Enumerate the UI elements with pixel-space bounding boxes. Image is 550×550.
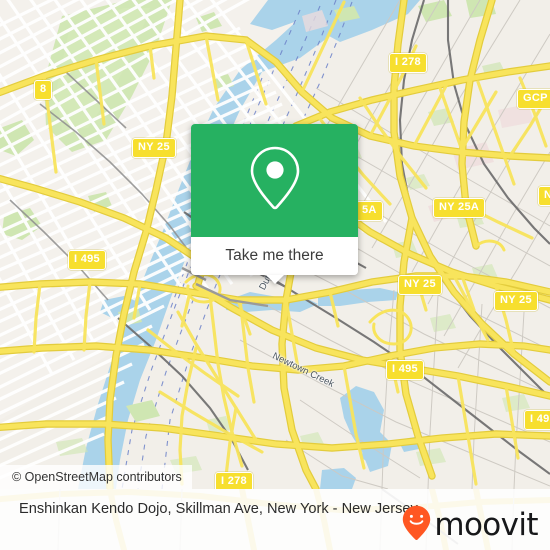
road-shield-i-495-west[interactable]: I 495 [68, 250, 106, 270]
road-shield-i-278-south[interactable]: I 278 [215, 472, 253, 489]
road-shield-ny-25-east[interactable]: NY 25 [494, 291, 538, 311]
road-shield-ny-25a[interactable]: NY 25A [433, 198, 486, 218]
road-shield-n-partial[interactable]: N [538, 186, 550, 206]
take-me-there-button[interactable]: Take me there [191, 237, 358, 284]
road-shield-ny-25a-partial[interactable]: 5A [356, 201, 383, 221]
footer-bar: Enshinkan Kendo Dojo, Skillman Ave, New … [0, 489, 550, 550]
moovit-smiling-pin-icon [402, 505, 431, 546]
road-shield-ny-25-west[interactable]: NY 25 [132, 138, 176, 158]
road-shield-i-278-north[interactable]: I 278 [389, 53, 427, 73]
place-title: Enshinkan Kendo Dojo, Skillman Ave, New … [19, 501, 418, 517]
moovit-map-screenshot: Dutch Kills Newtown Creek 8 NY 25 I 495 … [0, 0, 550, 550]
popup-image-area [191, 124, 358, 237]
road-shield-gcp[interactable]: GCP [517, 89, 550, 109]
map-pin-icon [247, 145, 303, 216]
osm-attribution[interactable]: © OpenStreetMap contributors [0, 465, 192, 489]
road-shield-ny-25-center[interactable]: NY 25 [398, 275, 442, 295]
attribution-text: © OpenStreetMap contributors [12, 470, 182, 484]
road-shield-8[interactable]: 8 [34, 80, 53, 100]
location-popup-card[interactable]: Take me there [191, 124, 358, 284]
popup-pointer-tail [265, 275, 284, 284]
road-shield-i-495-east-partial[interactable]: I 49 [524, 410, 550, 430]
take-me-there-label: Take me there [225, 247, 324, 264]
moovit-logo[interactable]: moovit [402, 505, 539, 546]
moovit-wordmark: moovit [434, 507, 538, 543]
road-shield-i-495-center[interactable]: I 495 [386, 360, 424, 380]
map-canvas[interactable]: Dutch Kills Newtown Creek 8 NY 25 I 495 … [0, 0, 550, 489]
